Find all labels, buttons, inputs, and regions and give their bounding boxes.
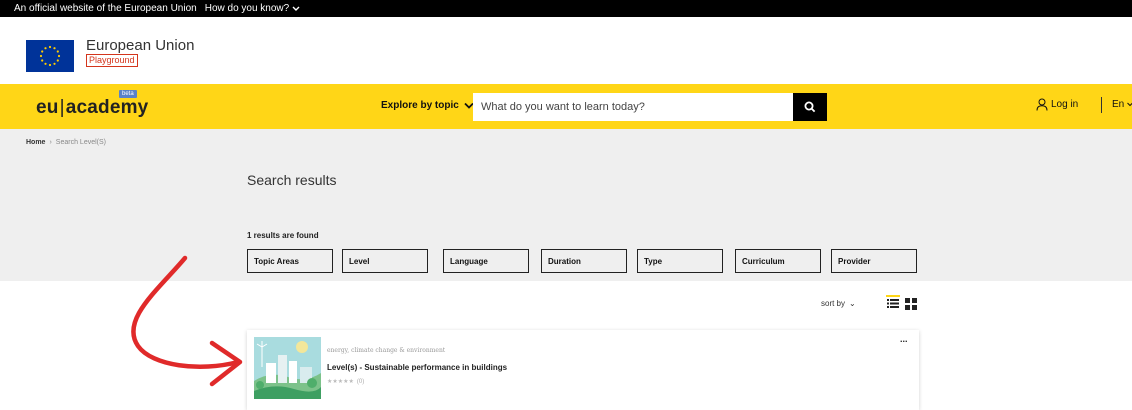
eu-academy-logo[interactable]: eu|academy (36, 97, 148, 119)
filter-type[interactable]: Type (637, 249, 723, 273)
eu-name: European Union (86, 37, 195, 54)
logo-academy: academy (65, 97, 149, 118)
results-count: 1 results are found (247, 231, 319, 240)
result-card[interactable]: energy, climate change & environment Lev… (247, 330, 919, 410)
search-button[interactable] (793, 93, 827, 121)
star-rating-icon: ★★★★★ (327, 379, 354, 385)
language-selector[interactable]: En (1112, 99, 1132, 110)
chevron-right-icon: › (49, 139, 52, 146)
grid-view-icon[interactable] (905, 297, 917, 310)
breadcrumb: Home › Search Level(S) (26, 139, 106, 146)
search-header-area: Home › Search Level(S) Search results 1 … (0, 129, 1132, 281)
login-link[interactable]: Log in (1036, 98, 1078, 111)
chevron-down-icon (1127, 102, 1132, 107)
filter-topic-areas[interactable]: Topic Areas (247, 249, 333, 273)
how-do-you-know-label: How do you know? (204, 3, 290, 14)
filter-level[interactable]: Level (342, 249, 428, 273)
playground-badge: Playground (86, 54, 138, 67)
eu-flag-logo[interactable] (26, 40, 74, 72)
page-title: Search results (247, 172, 337, 188)
eu-header: European Union Playground (0, 17, 1132, 81)
sort-label: sort by (821, 299, 846, 308)
logo-eu: eu (36, 97, 59, 118)
how-do-you-know-toggle[interactable]: How do you know? (205, 3, 301, 14)
search-icon (804, 101, 816, 113)
rating-count: (0) (356, 378, 365, 385)
official-eu-bar: An official website of the European Unio… (0, 0, 1132, 17)
logo-separator: | (59, 97, 65, 118)
beta-badge: beta (119, 90, 137, 98)
breadcrumb-home[interactable]: Home (26, 139, 45, 146)
user-icon (1036, 98, 1048, 111)
more-options-button[interactable]: ... (900, 334, 908, 344)
main-navigation-bar: eu|academy beta Explore by topic Log in … (0, 84, 1132, 129)
chevron-down-icon: ⌄ (849, 299, 856, 308)
explore-label: Explore by topic (381, 100, 459, 111)
chevron-down-icon (292, 6, 300, 11)
list-view-icon[interactable] (886, 295, 900, 309)
course-thumbnail[interactable] (254, 337, 321, 399)
course-rating: ★★★★★ (0) (327, 378, 365, 386)
search-input[interactable] (473, 93, 793, 121)
filter-language[interactable]: Language (443, 249, 529, 273)
breadcrumb-current: Search Level(S) (55, 139, 106, 146)
filter-provider[interactable]: Provider (831, 249, 917, 273)
sort-dropdown[interactable]: sort by ⌄ (821, 299, 856, 308)
nav-divider (1101, 97, 1102, 113)
course-topic: energy, climate change & environment (327, 347, 446, 354)
language-label: En (1112, 99, 1125, 110)
filter-curriculum[interactable]: Curriculum (735, 249, 821, 273)
official-text: An official website of the European Unio… (14, 3, 197, 14)
filter-duration[interactable]: Duration (541, 249, 627, 273)
login-label: Log in (1051, 99, 1079, 110)
explore-by-topic-button[interactable]: Explore by topic (381, 100, 474, 111)
course-title[interactable]: Level(s) - Sustainable performance in bu… (327, 363, 507, 372)
